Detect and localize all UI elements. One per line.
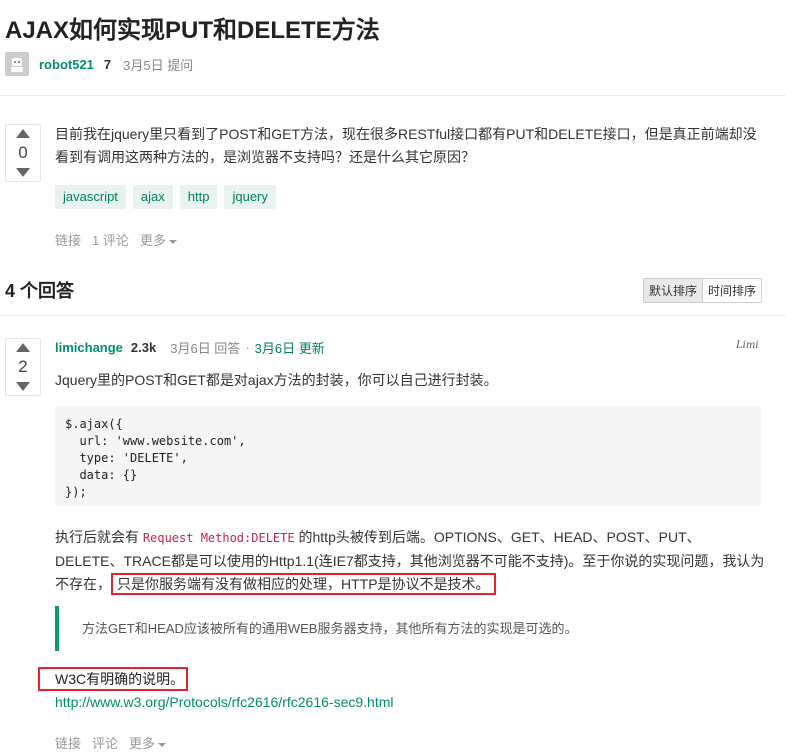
- divider: [0, 315, 785, 316]
- question-more-button[interactable]: 更多: [140, 230, 177, 249]
- avatar[interactable]: [5, 52, 29, 76]
- answer-author-bar: limichange 2.3k 3月6日 回答 · 3月6日 更新: [55, 338, 325, 357]
- sort-default-button[interactable]: 默认排序: [644, 279, 704, 302]
- robot-avatar-icon: [11, 58, 23, 72]
- question-body: 目前我在jquery里只看到了POST和GET方法，现在很多RESTful接口都…: [55, 126, 757, 165]
- answers-count: 4 个回答: [5, 281, 75, 301]
- w3c-note: W3C有明确的说明。: [38, 667, 188, 691]
- divider: [0, 95, 785, 96]
- question-vote-box: 0: [5, 124, 41, 182]
- more-label: 更多: [139, 233, 166, 248]
- sort-time-button[interactable]: 时间排序: [703, 279, 761, 302]
- question-link-button[interactable]: 链接: [55, 230, 81, 249]
- highlighted-sentence: 只是你服务端有没有做相应的处理，HTTP是协议不是技术。: [111, 573, 496, 595]
- question-comment-button[interactable]: 1 评论: [92, 230, 129, 249]
- question-author-bar: robot521 7 3月5日 提问: [5, 51, 193, 77]
- blockquote: 方法GET和HEAD应该被所有的通用WEB服务器支持，其他所有方法的实现是可选的…: [55, 606, 761, 651]
- caret-down-icon: [158, 742, 167, 747]
- answer-comment-button[interactable]: 评论: [92, 733, 118, 752]
- more-label: 更多: [129, 736, 156, 751]
- question-author-name[interactable]: robot521: [39, 57, 94, 72]
- sort-toggle: 默认排序 时间排序: [643, 278, 763, 303]
- question-meta: 3月5日 提问: [123, 57, 194, 73]
- downvote-arrow-icon[interactable]: [16, 168, 30, 177]
- paragraph-text-start: 执行后就会有: [55, 529, 143, 545]
- tag-list: javascript ajax http jquery: [55, 185, 276, 209]
- rfc-link[interactable]: http://www.w3.org/Protocols/rfc2616/rfc2…: [55, 694, 393, 710]
- question-title: AJAX如何实现PUT和DELETE方法: [5, 17, 380, 44]
- downvote-arrow-icon[interactable]: [16, 382, 30, 391]
- meta-separator: ·: [245, 340, 250, 355]
- answer-date: 3月6日 回答: [170, 341, 241, 356]
- tag-javascript[interactable]: javascript: [55, 185, 126, 209]
- question-actions: 链接 1 评论 更多: [55, 230, 177, 249]
- answer-actions: 链接 评论 更多: [55, 733, 167, 752]
- answer-author-rep: 2.3k: [130, 340, 157, 355]
- answer-paragraph: 执行后就会有 Request Method:DELETE 的http头被传到后端…: [55, 526, 767, 596]
- answer-intro: Jquery里的POST和GET都是对ajax方法的封装，你可以自己进行封装。: [55, 372, 498, 388]
- answer-updated-link[interactable]: 3月6日 更新: [255, 338, 325, 357]
- tag-ajax[interactable]: ajax: [132, 185, 173, 209]
- answer-author-name[interactable]: limichange: [55, 340, 123, 355]
- answer-vote-count: 2: [18, 357, 28, 376]
- answer-link-button[interactable]: 链接: [55, 733, 81, 752]
- caret-down-icon: [168, 239, 177, 244]
- tag-jquery[interactable]: jquery: [224, 185, 276, 209]
- code-block: $.ajax({ url: 'www.website.com', type: '…: [55, 406, 761, 506]
- tag-http[interactable]: http: [179, 185, 218, 209]
- author-signature: Limi: [736, 340, 759, 351]
- answer-vote-box: 2: [5, 338, 41, 396]
- inline-code: Request Method:DELETE: [142, 531, 295, 545]
- upvote-arrow-icon[interactable]: [16, 343, 30, 352]
- upvote-arrow-icon[interactable]: [16, 129, 30, 138]
- answer-more-button[interactable]: 更多: [129, 733, 167, 752]
- question-vote-count: 0: [18, 143, 28, 162]
- question-author-rep: 7: [103, 56, 112, 72]
